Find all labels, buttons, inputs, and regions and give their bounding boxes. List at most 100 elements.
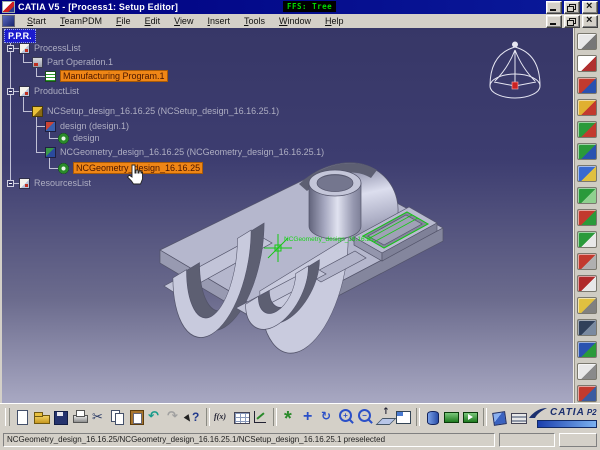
minimize-button[interactable] [546,0,562,14]
sweeping-icon[interactable] [577,187,597,204]
zoom-out-icon[interactable] [356,408,375,426]
model-selection-label: NCGeometry_design_16.16.25 [284,236,374,243]
pan-icon[interactable] [299,408,318,426]
toolbar-separator [206,408,210,426]
design-part-icon [58,132,69,144]
3d-model-part[interactable]: NCGeometry_design_16.16.25 [150,140,490,358]
ncgeometry-node-icon [45,146,56,158]
new-document-icon[interactable] [13,408,32,426]
status-corner-box[interactable] [559,433,597,447]
normal-view-icon[interactable] [375,407,394,426]
render-style-icon[interactable] [509,408,528,426]
tree-item-resourceslist[interactable]: ResourcesList [19,177,91,189]
menu-help[interactable]: Help [318,16,351,26]
tool-catalog-icon[interactable] [577,275,597,292]
view-compass[interactable] [484,40,546,108]
status-secondary-field[interactable] [499,433,555,447]
catia-logo: CATIA P2 [528,407,600,428]
documentation-icon[interactable] [577,363,597,380]
menu-items: Start TeamPDM File Edit View Insert Tools Windo… [20,16,351,26]
tree-root-ppr[interactable]: P.P.R. [4,29,36,43]
toolbar-separator [483,408,487,426]
select-icon[interactable] [577,55,597,72]
pencil-operation-icon[interactable] [577,209,597,226]
shading-icon[interactable] [490,408,509,426]
doc-close-button[interactable] [582,14,598,28]
manufacturing-program-icon [45,70,56,82]
redo-icon[interactable] [165,408,184,426]
logo-edition: P2 [586,408,597,417]
tree-item-manufacturing-program-1[interactable]: Manufacturing Program.1 [45,70,168,82]
tree-item-productlist[interactable]: ProductList [19,85,79,97]
menu-teampdm[interactable]: TeamPDM [53,16,109,26]
logo-brand: CATIA [550,407,585,418]
drilling-icon[interactable] [577,143,597,160]
resources-list-icon [19,177,30,189]
tree-item-ncsetup-design-16-16-25-ncsetup-design-1[interactable]: NCSetup_design_16.16.25 (NCSetup_design_… [32,105,279,117]
resource-icon[interactable] [577,385,597,402]
ncgeometry-part-icon [58,162,69,174]
analysis-icon[interactable] [577,341,597,358]
open-icon[interactable] [32,408,51,426]
ffs-tree-badge: FFS: Tree [283,1,337,12]
menu-edit[interactable]: Edit [138,16,168,26]
tree-item-label: design [73,133,100,143]
design-table-icon[interactable] [232,408,251,426]
toolbar-separator [273,408,277,426]
swap-visible-space-icon[interactable] [442,408,461,426]
rotate-icon[interactable] [318,408,337,426]
multi-view-icon[interactable] [394,408,413,426]
catia-app-icon[interactable] [2,1,15,13]
save-icon[interactable] [51,408,70,426]
roughing-icon[interactable] [577,165,597,182]
tree-item-processlist[interactable]: ProcessList [19,42,81,54]
zoom-in-icon[interactable] [337,408,356,426]
logo-bar [536,419,597,428]
print-icon[interactable] [70,408,89,426]
tool-change-icon[interactable] [577,231,597,248]
toolbar-separator [416,408,420,426]
formula-icon[interactable] [213,408,232,426]
profile-contouring-icon[interactable] [577,121,597,138]
3d-viewport[interactable]: P.P.R. ProcessList Part Operation.1 Manufa… [0,28,573,404]
doc-minimize-button[interactable] [546,14,562,28]
fit-all-in-icon[interactable] [280,407,299,431]
pocketing-icon[interactable] [577,77,597,94]
tree-item-part-operation-1[interactable]: Part Operation.1 [32,56,113,68]
paste-icon[interactable] [127,408,146,426]
menu-start[interactable]: Start [20,16,53,26]
document-window-icon[interactable] [2,15,15,27]
part-operation-icon [32,56,43,68]
sketcher-icon[interactable] [577,33,597,50]
menu-window[interactable]: Window [272,16,318,26]
tree-item-label: ProcessList [34,43,81,53]
cut-icon[interactable] [89,408,108,426]
restore-button[interactable] [564,0,580,14]
copy-icon[interactable] [108,408,127,426]
facing-icon[interactable] [577,99,597,116]
menu-file[interactable]: File [109,16,138,26]
toolbar-grip[interactable] [5,408,10,426]
menu-tools[interactable]: Tools [237,16,272,26]
auxiliary-commands-icon[interactable] [577,297,597,314]
doc-restore-button[interactable] [564,14,580,28]
tree-item-design[interactable]: design [58,132,100,144]
tree-item-label: Part Operation.1 [47,57,114,67]
machine-simulation-icon[interactable] [577,253,597,270]
menu-view[interactable]: View [167,16,200,26]
tree-item-design-design-1-[interactable]: design (design.1) [45,120,129,132]
close-button[interactable] [582,0,598,14]
bottom-toolbar: CATIA P2 [0,403,600,431]
swap-visible-space-2-icon[interactable] [461,408,480,426]
video-simulation-icon[interactable] [577,319,597,336]
process-list-icon [19,42,30,54]
tree-item-label: ProductList [34,86,80,96]
undo-icon[interactable] [146,408,165,426]
status-bar: NCGeometry_design_16.16.25/NCGeometry_de… [0,430,600,450]
whats-this-icon[interactable] [184,408,203,426]
product-list-icon [19,85,30,97]
menu-insert[interactable]: Insert [200,16,237,26]
hide-show-icon[interactable] [423,408,442,426]
design-node-icon [45,120,56,132]
measure-icon[interactable] [251,408,270,426]
